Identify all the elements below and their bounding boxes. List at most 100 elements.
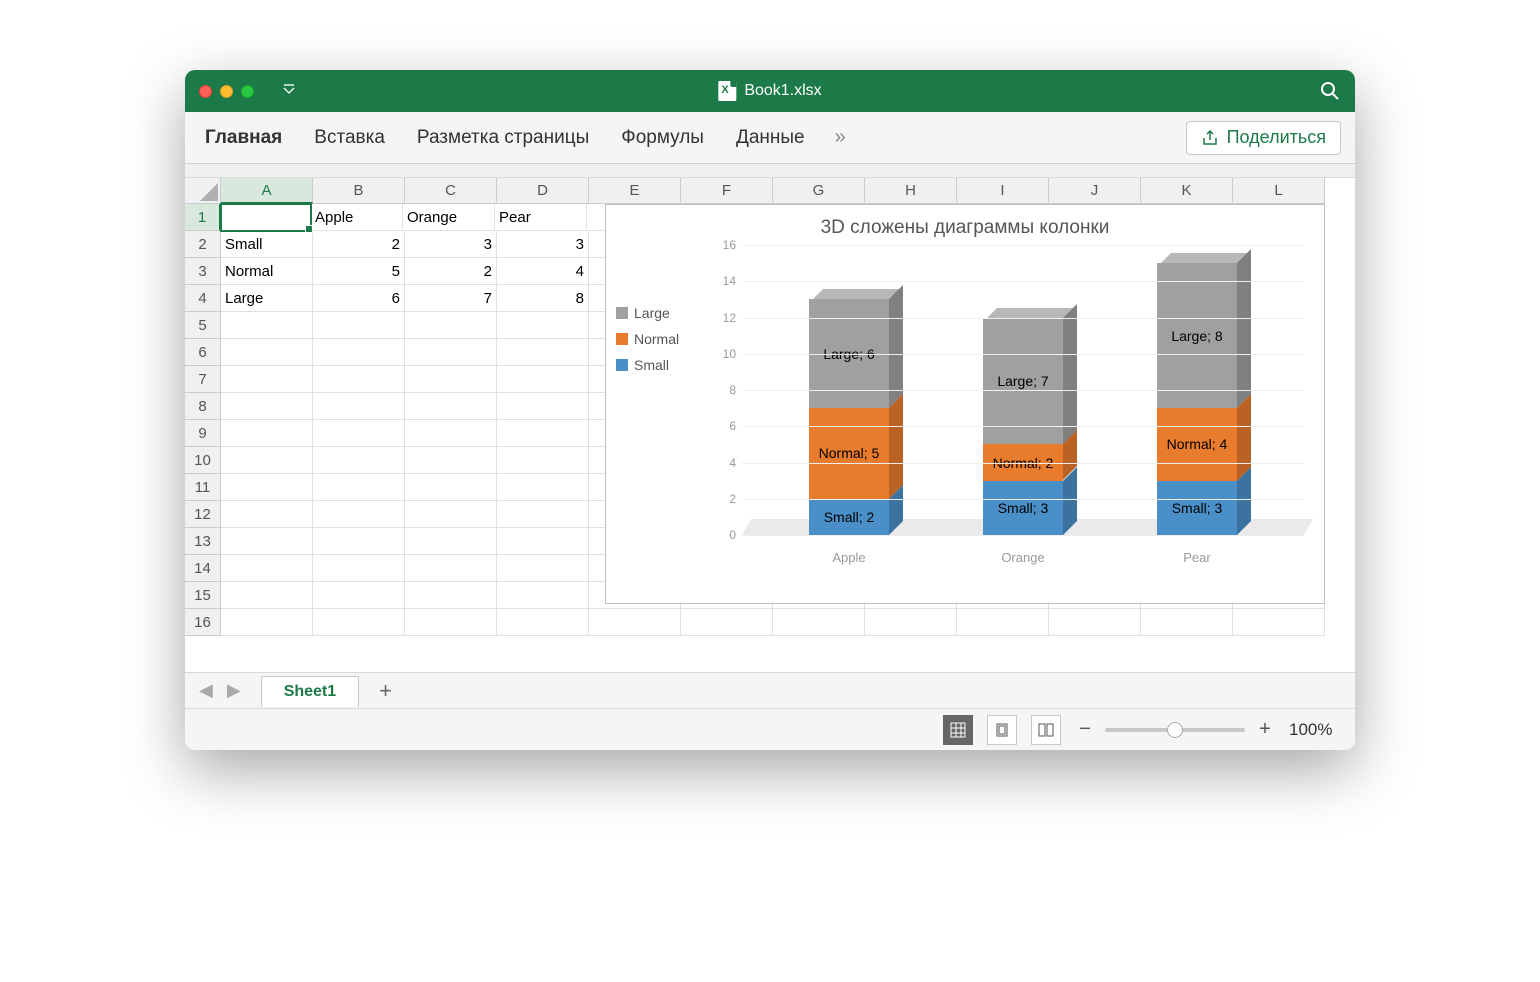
cell-C15[interactable] (405, 582, 497, 609)
cell-A10[interactable] (221, 447, 313, 474)
cell-C7[interactable] (405, 366, 497, 393)
cell-A5[interactable] (221, 312, 313, 339)
cell-A13[interactable] (221, 528, 313, 555)
cell-A8[interactable] (221, 393, 313, 420)
sheet-nav-next[interactable]: ▶ (223, 680, 245, 701)
row-header-6[interactable]: 6 (185, 339, 221, 366)
column-header-J[interactable]: J (1049, 178, 1141, 204)
cell-A11[interactable] (221, 474, 313, 501)
zoom-slider[interactable] (1105, 728, 1245, 732)
cell-D3[interactable]: 4 (497, 258, 589, 285)
cell-C1[interactable]: Orange (403, 204, 495, 231)
cell-B4[interactable]: 6 (313, 285, 405, 312)
row-header-10[interactable]: 10 (185, 447, 221, 474)
row-header-9[interactable]: 9 (185, 420, 221, 447)
cell-B14[interactable] (313, 555, 405, 582)
cell-C11[interactable] (405, 474, 497, 501)
select-all-corner[interactable] (185, 178, 221, 204)
cell-C12[interactable] (405, 501, 497, 528)
cell-C3[interactable]: 2 (405, 258, 497, 285)
add-sheet-button[interactable]: + (365, 678, 406, 704)
cell-D6[interactable] (497, 339, 589, 366)
zoom-value[interactable]: 100% (1289, 720, 1339, 740)
cell-A4[interactable]: Large (221, 285, 313, 312)
cell-I16[interactable] (957, 609, 1049, 636)
cell-C5[interactable] (405, 312, 497, 339)
cell-K16[interactable] (1141, 609, 1233, 636)
column-header-E[interactable]: E (589, 178, 681, 204)
column-header-B[interactable]: B (313, 178, 405, 204)
cell-D14[interactable] (497, 555, 589, 582)
cell-A3[interactable]: Normal (221, 258, 313, 285)
cell-D1[interactable]: Pear (495, 204, 587, 231)
cell-B1[interactable]: Apple (311, 204, 403, 231)
cell-D7[interactable] (497, 366, 589, 393)
cell-F16[interactable] (681, 609, 773, 636)
sheet-nav-prev[interactable]: ◀ (195, 680, 217, 701)
cell-A2[interactable]: Small (221, 231, 313, 258)
cell-B7[interactable] (313, 366, 405, 393)
zoom-out-button[interactable]: − (1075, 718, 1095, 741)
cell-B2[interactable]: 2 (313, 231, 405, 258)
cell-H16[interactable] (865, 609, 957, 636)
row-header-7[interactable]: 7 (185, 366, 221, 393)
cell-C2[interactable]: 3 (405, 231, 497, 258)
column-header-K[interactable]: K (1141, 178, 1233, 204)
cell-B8[interactable] (313, 393, 405, 420)
column-header-A[interactable]: A (221, 178, 313, 204)
zoom-in-button[interactable]: + (1255, 718, 1275, 741)
cell-C16[interactable] (405, 609, 497, 636)
row-header-5[interactable]: 5 (185, 312, 221, 339)
row-header-14[interactable]: 14 (185, 555, 221, 582)
cell-B11[interactable] (313, 474, 405, 501)
cell-A16[interactable] (221, 609, 313, 636)
minimize-window-button[interactable] (220, 85, 233, 98)
row-header-12[interactable]: 12 (185, 501, 221, 528)
cell-D12[interactable] (497, 501, 589, 528)
cell-A9[interactable] (221, 420, 313, 447)
row-header-15[interactable]: 15 (185, 582, 221, 609)
tab-formulas[interactable]: Формулы (619, 123, 706, 153)
column-header-H[interactable]: H (865, 178, 957, 204)
cell-D4[interactable]: 8 (497, 285, 589, 312)
tab-page-layout[interactable]: Разметка страницы (415, 123, 591, 153)
cell-C14[interactable] (405, 555, 497, 582)
cell-B9[interactable] (313, 420, 405, 447)
cell-D5[interactable] (497, 312, 589, 339)
cell-A14[interactable] (221, 555, 313, 582)
cell-J16[interactable] (1049, 609, 1141, 636)
cell-C8[interactable] (405, 393, 497, 420)
row-header-8[interactable]: 8 (185, 393, 221, 420)
row-header-16[interactable]: 16 (185, 609, 221, 636)
cell-C9[interactable] (405, 420, 497, 447)
chart-object[interactable]: 3D сложены диаграммы колонки LargeNormal… (605, 204, 1325, 604)
zoom-slider-thumb[interactable] (1167, 722, 1183, 738)
row-header-3[interactable]: 3 (185, 258, 221, 285)
cell-D11[interactable] (497, 474, 589, 501)
cell-B5[interactable] (313, 312, 405, 339)
cell-C13[interactable] (405, 528, 497, 555)
cell-C10[interactable] (405, 447, 497, 474)
column-header-F[interactable]: F (681, 178, 773, 204)
cell-B10[interactable] (313, 447, 405, 474)
column-header-C[interactable]: C (405, 178, 497, 204)
cell-D13[interactable] (497, 528, 589, 555)
cell-A7[interactable] (221, 366, 313, 393)
tab-insert[interactable]: Вставка (312, 123, 387, 153)
sheet-tab-1[interactable]: Sheet1 (261, 676, 359, 707)
cell-D10[interactable] (497, 447, 589, 474)
cell-A15[interactable] (221, 582, 313, 609)
cell-E16[interactable] (589, 609, 681, 636)
view-page-layout-button[interactable] (987, 715, 1017, 745)
cell-B3[interactable]: 5 (313, 258, 405, 285)
cell-D9[interactable] (497, 420, 589, 447)
cell-C6[interactable] (405, 339, 497, 366)
cell-B16[interactable] (313, 609, 405, 636)
cell-A12[interactable] (221, 501, 313, 528)
column-header-I[interactable]: I (957, 178, 1049, 204)
cell-D2[interactable]: 3 (497, 231, 589, 258)
row-header-1[interactable]: 1 (185, 204, 221, 231)
quick-access-toolbar[interactable] (282, 83, 296, 100)
view-page-break-button[interactable] (1031, 715, 1061, 745)
cell-A1[interactable] (220, 203, 312, 232)
